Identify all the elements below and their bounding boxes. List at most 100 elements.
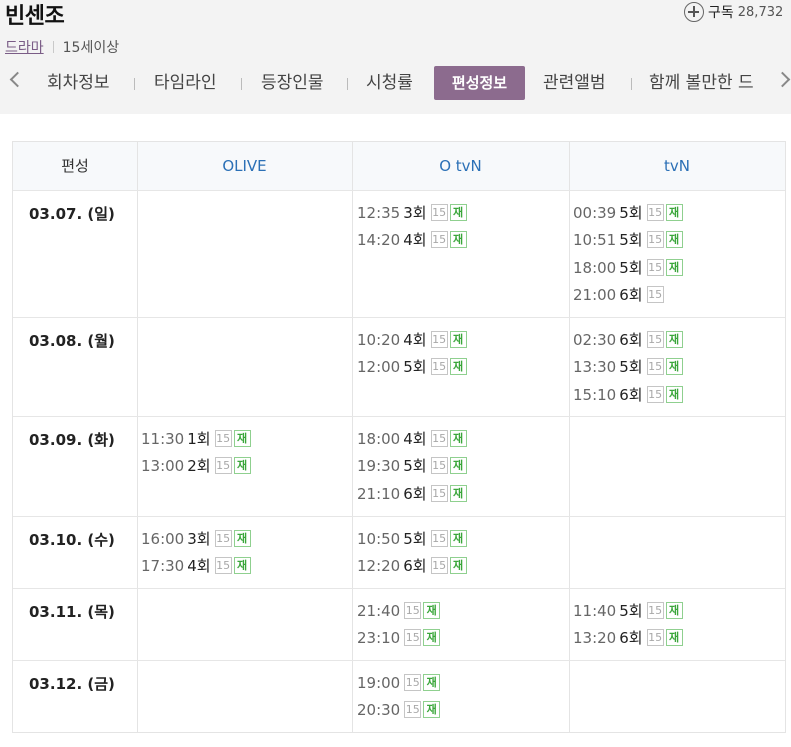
age-rating: 15세이상	[62, 40, 120, 56]
schedule-slot[interactable]: 10:50 5회 15 재	[357, 529, 467, 549]
schedule-slot[interactable]: 13:00 2회 15 재	[141, 456, 251, 476]
slot-episode: 6회	[619, 629, 643, 648]
slot-episode: 5회	[403, 358, 427, 377]
chevron-left-icon[interactable]	[9, 71, 26, 88]
schedule-slot[interactable]: 13:20 6회 15 재	[573, 628, 683, 648]
tab-item[interactable]: 함께 볼만한 드	[649, 66, 754, 100]
slot-episode: 5회	[619, 258, 643, 277]
rerun-badge: 재	[449, 457, 467, 475]
age-badge: 15	[430, 484, 448, 502]
slot-episode: 5회	[619, 204, 643, 222]
rerun-badge: 재	[665, 385, 683, 403]
schedule-slot[interactable]: 15:10 6회 15 재	[573, 385, 683, 405]
slot-time: 12:00	[357, 358, 401, 377]
schedule-slot[interactable]: 11:40 5회 15 재	[573, 601, 683, 621]
schedule-slot[interactable]: 18:00 5회 15 재	[573, 258, 683, 278]
schedule-slot[interactable]: 12:35 3회 15 재	[357, 203, 467, 223]
age-badge: 15	[646, 358, 664, 376]
schedule-slot[interactable]: 18:00 4회 15 재	[357, 429, 467, 449]
schedule-slot[interactable]: 21:00 6회 15	[573, 285, 664, 305]
channel-header: OLIVE	[222, 157, 267, 175]
schedule-slot[interactable]: 12:00 5회 15 재	[357, 357, 467, 377]
rerun-badge: 재	[423, 602, 441, 619]
subscribe-label: 구독	[708, 5, 734, 21]
plus-icon	[684, 2, 704, 22]
slot-episode: 4회	[403, 231, 427, 250]
rerun-badge: 재	[233, 530, 251, 547]
slot-time: 18:00	[573, 258, 617, 277]
slot-time: 21:10	[357, 484, 401, 503]
slot-time: 00:39	[573, 204, 617, 222]
rerun-badge: 재	[665, 602, 683, 619]
slot-time: 02:30	[573, 331, 617, 349]
schedule-slot[interactable]: 19:00 15 재	[357, 673, 441, 693]
tab-item[interactable]: 타임라인	[154, 66, 217, 100]
rerun-badge: 재	[449, 484, 467, 502]
schedule-slot[interactable]: 13:30 5회 15 재	[573, 357, 683, 377]
schedule-date: 03.10. (수)	[29, 531, 115, 549]
schedule-slot[interactable]: 16:00 3회 15 재	[141, 529, 251, 549]
row-divider	[13, 416, 785, 417]
rerun-badge: 재	[423, 629, 441, 647]
schedule-slot[interactable]: 00:39 5회 15 재	[573, 203, 683, 223]
tab-item[interactable]: 편성정보	[434, 66, 525, 100]
slot-episode: 4회	[187, 557, 211, 576]
row-divider	[13, 317, 785, 318]
tab-item[interactable]: 등장인물	[261, 66, 324, 100]
subscribe-button[interactable]: 구독 28,732	[684, 0, 783, 24]
age-badge: 15	[430, 204, 448, 221]
slot-time: 13:00	[141, 457, 185, 476]
tab-divider	[241, 78, 242, 90]
tab-item[interactable]: 회차정보	[47, 66, 110, 100]
schedule-slot[interactable]: 14:20 4회 15 재	[357, 230, 467, 250]
slot-time: 10:51	[573, 231, 617, 250]
age-badge: 15	[430, 358, 448, 376]
slot-episode: 6회	[403, 557, 427, 576]
slot-episode: 6회	[403, 484, 427, 503]
age-badge: 15	[404, 629, 422, 647]
schedule-slot[interactable]: 10:51 5회 15 재	[573, 230, 683, 250]
slot-time: 19:00	[357, 674, 401, 692]
age-badge: 15	[646, 602, 664, 619]
column-divider	[352, 142, 353, 732]
rerun-badge: 재	[449, 557, 467, 575]
row-divider	[13, 516, 785, 517]
schedule-slot[interactable]: 12:20 6회 15 재	[357, 556, 467, 576]
schedule-date: 03.07. (일)	[29, 205, 115, 223]
program-meta: 드라마 15세이상	[5, 37, 119, 57]
slot-time: 19:30	[357, 457, 401, 476]
column-header: 편성	[61, 157, 89, 175]
schedule-slot[interactable]: 11:30 1회 15 재	[141, 429, 251, 449]
slot-time: 23:10	[357, 629, 401, 648]
slot-episode: 5회	[403, 530, 427, 548]
rerun-badge: 재	[233, 457, 251, 475]
tab-item[interactable]: 관련앨범	[543, 66, 606, 100]
schedule-slot[interactable]: 10:20 4회 15 재	[357, 330, 467, 350]
slot-time: 11:30	[141, 430, 185, 448]
rerun-badge: 재	[449, 530, 467, 547]
tab-divider	[347, 78, 348, 90]
schedule-slot[interactable]: 17:30 4회 15 재	[141, 556, 251, 576]
age-badge: 15	[430, 430, 448, 447]
slot-episode: 6회	[619, 286, 643, 305]
age-badge: 15	[430, 557, 448, 575]
schedule-slot[interactable]: 19:30 5회 15 재	[357, 456, 467, 476]
chevron-right-icon[interactable]	[774, 71, 791, 88]
slot-episode: 3회	[187, 530, 211, 548]
slot-time: 10:50	[357, 530, 401, 548]
slot-time: 12:35	[357, 204, 401, 222]
slot-time: 12:20	[357, 557, 401, 576]
column-divider	[137, 142, 138, 732]
genre-link[interactable]: 드라마	[5, 37, 44, 57]
schedule-slot[interactable]: 20:30 15 재	[357, 700, 441, 720]
channel-header: tvN	[664, 157, 690, 175]
rerun-badge: 재	[449, 204, 467, 221]
tab-item[interactable]: 시청률	[366, 66, 413, 100]
slot-episode: 5회	[619, 358, 643, 377]
schedule-slot[interactable]: 21:40 15 재	[357, 601, 441, 621]
age-badge: 15	[404, 602, 422, 619]
schedule-slot[interactable]: 21:10 6회 15 재	[357, 484, 467, 504]
schedule-slot[interactable]: 23:10 15 재	[357, 628, 441, 648]
meta-divider	[52, 41, 54, 53]
schedule-slot[interactable]: 02:30 6회 15 재	[573, 330, 683, 350]
